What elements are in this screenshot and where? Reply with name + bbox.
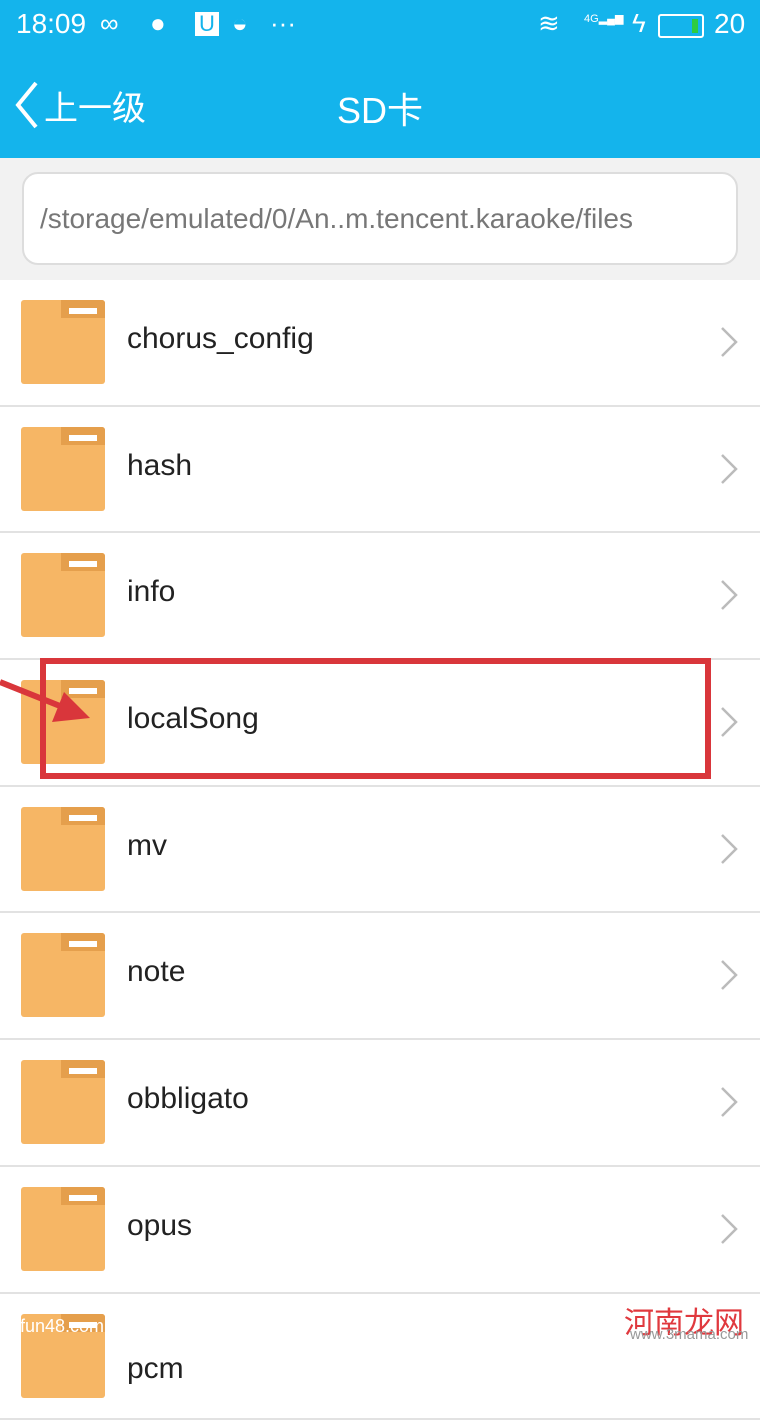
app-icon: ◒ <box>232 8 248 39</box>
folder-item-opus[interactable]: opus <box>0 1167 760 1294</box>
chevron-right-icon <box>720 1213 738 1245</box>
folder-item-obbligato[interactable]: obbligato <box>0 1040 760 1167</box>
infinity-icon: ∞ <box>100 8 119 39</box>
folder-item-chorus-config[interactable]: chorus_config <box>0 280 760 407</box>
folder-icon <box>21 1187 105 1271</box>
path-field[interactable]: /storage/emulated/0/An..m.tencent.karaok… <box>22 172 738 265</box>
chevron-right-icon <box>720 579 738 611</box>
folder-icon <box>21 1060 105 1144</box>
chevron-right-icon <box>720 706 738 738</box>
chevron-right-icon <box>720 326 738 358</box>
folder-name: info <box>127 575 175 609</box>
folder-item-hash[interactable]: hash <box>0 407 760 534</box>
folder-name: localSong <box>127 702 259 736</box>
folder-item-info[interactable]: info <box>0 533 760 660</box>
folder-name: note <box>127 955 185 989</box>
chevron-right-icon <box>720 959 738 991</box>
charging-icon: ϟ <box>632 8 646 39</box>
battery-level: 20 <box>714 8 745 40</box>
wifi-icon: ≋ <box>538 8 560 39</box>
folder-item-mv[interactable]: mv <box>0 787 760 914</box>
folder-list: chorus_config hash info localSong mv not… <box>0 280 760 1420</box>
network-type: 4G <box>584 13 599 25</box>
watermark-left: fun48.com <box>20 1316 104 1337</box>
message-icon: ● <box>150 8 166 39</box>
signal-icon: 4G▂▄▆ <box>584 12 623 25</box>
folder-name: chorus_config <box>127 322 314 356</box>
chevron-right-icon <box>720 453 738 485</box>
folder-icon <box>21 933 105 1017</box>
folder-item-localsong[interactable]: localSong <box>0 660 760 787</box>
status-bar: 18:09 ∞ ● U ◒ ··· ≋ 4G▂▄▆ ϟ 20 <box>0 0 760 52</box>
chevron-right-icon <box>720 1086 738 1118</box>
folder-icon <box>21 427 105 511</box>
status-time: 18:09 <box>16 8 86 40</box>
more-icon: ··· <box>270 8 296 39</box>
nav-bar: 上一级 SD卡 <box>0 52 760 158</box>
folder-icon <box>21 553 105 637</box>
page-title: SD卡 <box>0 82 760 134</box>
folder-name: pcm <box>127 1352 184 1386</box>
folder-icon <box>21 807 105 891</box>
folder-item-note[interactable]: note <box>0 913 760 1040</box>
folder-name: obbligato <box>127 1082 249 1116</box>
folder-name: hash <box>127 449 192 483</box>
watermark-url: www.3mama.com <box>630 1326 748 1343</box>
folder-name: mv <box>127 829 167 863</box>
battery-icon <box>658 14 704 38</box>
folder-icon <box>21 300 105 384</box>
chevron-right-icon <box>720 833 738 865</box>
folder-icon <box>21 680 105 764</box>
uc-browser-icon: U <box>195 12 219 36</box>
path-bar: /storage/emulated/0/An..m.tencent.karaok… <box>0 158 760 280</box>
folder-name: opus <box>127 1209 192 1243</box>
